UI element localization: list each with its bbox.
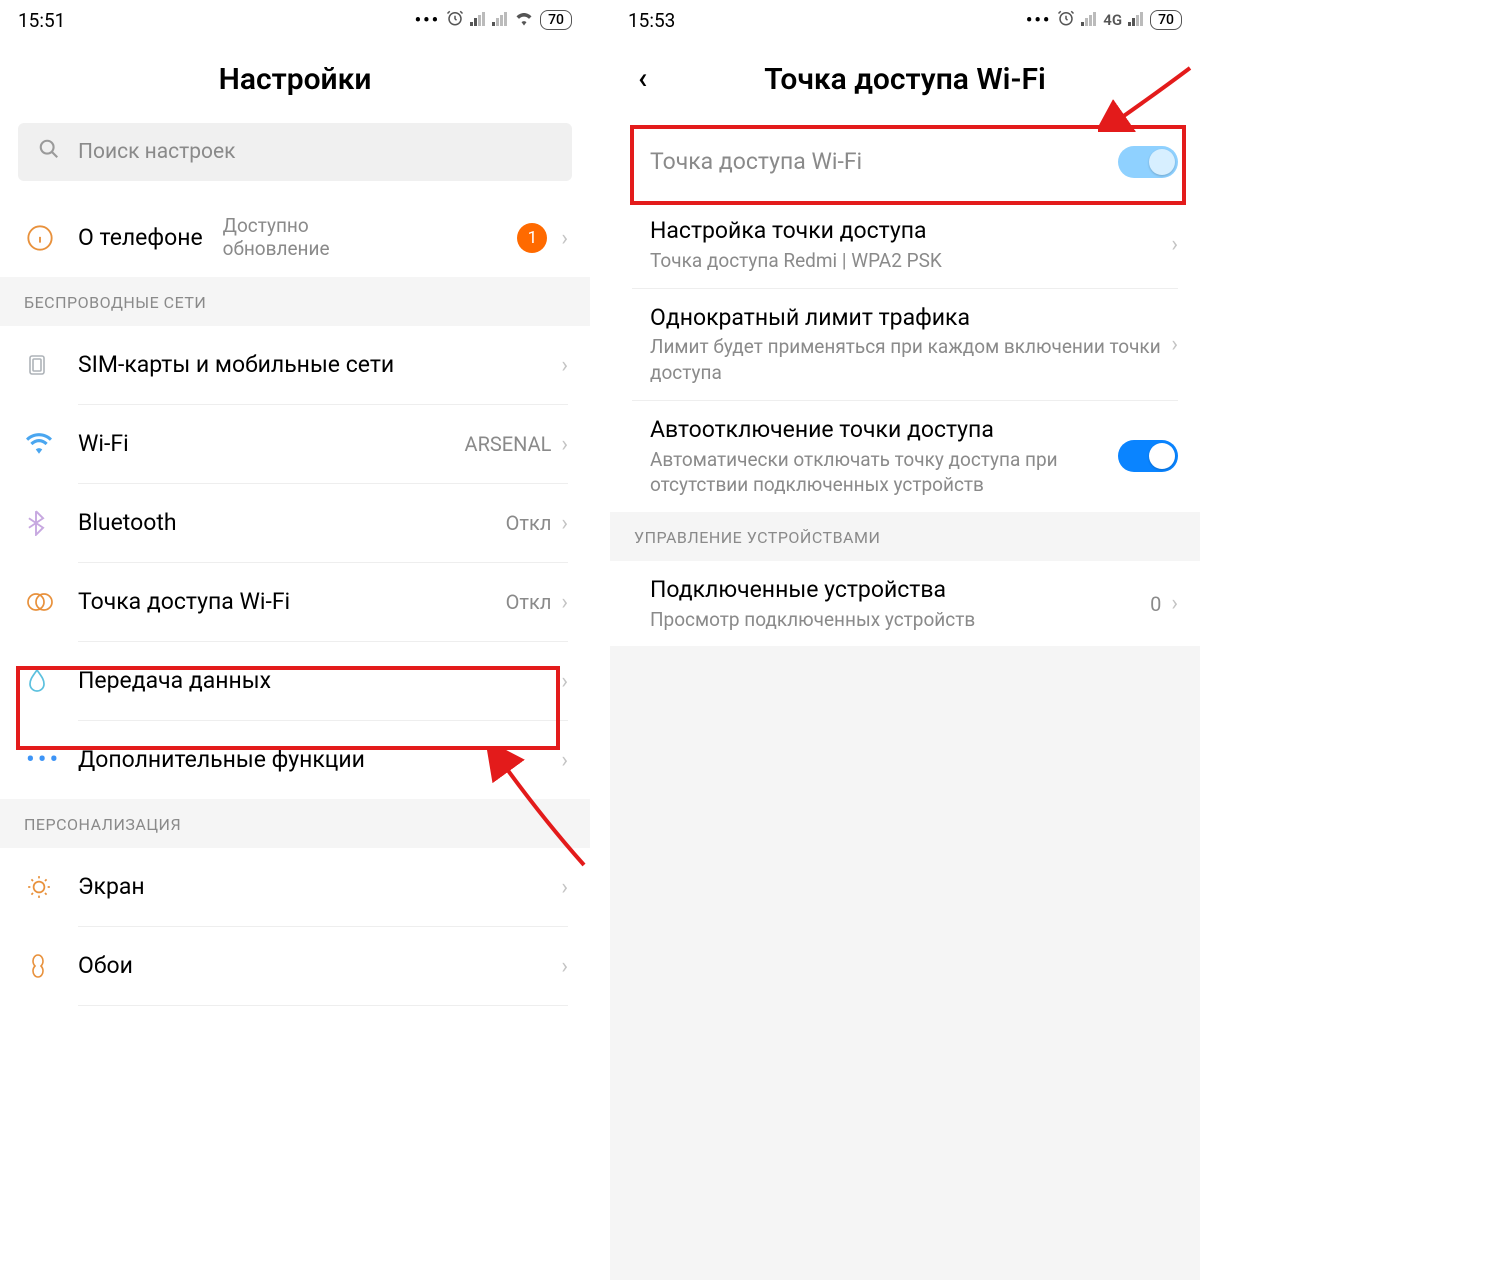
chevron-right-icon: › (561, 875, 568, 900)
chevron-right-icon: › (1171, 232, 1178, 257)
sim-row[interactable]: SIM-карты и мобильные сети › (0, 326, 590, 404)
bluetooth-value: Откл (506, 511, 552, 535)
wifi-value: ARSENAL (465, 432, 552, 456)
limit-title: Однократный лимит трафика (650, 303, 1171, 333)
settings-screen: 15:51 ••• 70 Настройки Поиск настроек (0, 0, 590, 1280)
search-icon (38, 138, 60, 166)
hotspot-row[interactable]: Точка доступа Wi-Fi Откл › (0, 563, 590, 641)
update-badge: 1 (517, 223, 547, 253)
wifi-icon (514, 10, 534, 31)
hotspot-setup-row[interactable]: Настройка точки доступа Точка доступа Re… (610, 202, 1200, 288)
sim-label: SIM-карты и мобильные сети (78, 350, 561, 380)
bluetooth-icon (26, 510, 78, 536)
wifi-label: Wi-Fi (78, 429, 465, 459)
limit-sub: Лимит будет применяться при каждом включ… (650, 334, 1171, 385)
bluetooth-label: Bluetooth (78, 508, 506, 538)
page-title: ‹ Точка доступа Wi-Fi (610, 40, 1200, 123)
sim-icon (26, 353, 78, 377)
about-phone-row[interactable]: О телефоне Доступно обновление 1 › (0, 199, 590, 277)
search-placeholder: Поиск настроек (78, 140, 236, 164)
chevron-right-icon: › (561, 432, 568, 457)
water-drop-icon (26, 668, 78, 694)
dots-icon: ••• (26, 745, 78, 775)
status-bar: 15:51 ••• 70 (0, 0, 590, 40)
about-sub1: Доступно (223, 215, 330, 238)
devices-sub: Просмотр подключенных устройств (650, 607, 1150, 633)
page-title: Настройки (0, 40, 590, 123)
chevron-right-icon: › (561, 954, 568, 979)
hotspot-toggle-label: Точка доступа Wi-Fi (650, 147, 1118, 177)
hotspot-value: Откл (506, 590, 552, 614)
connected-devices-row[interactable]: Подключенные устройства Просмотр подключ… (610, 561, 1200, 647)
setup-title: Настройка точки доступа (650, 216, 1171, 246)
chevron-right-icon: › (561, 590, 568, 615)
wallpaper-row[interactable]: Обои › (0, 927, 590, 1005)
wifi-row[interactable]: Wi-Fi ARSENAL › (0, 405, 590, 483)
status-right: ••• 70 (415, 9, 572, 32)
about-label: О телефоне (78, 223, 203, 253)
more-icon: ••• (1026, 10, 1051, 31)
hotspot-screen: 15:53 ••• 4G 70 ‹ Точка доступа Wi-Fi То… (610, 0, 1200, 1280)
chevron-right-icon: › (561, 353, 568, 378)
devices-title: Подключенные устройства (650, 575, 1150, 605)
chevron-right-icon: › (561, 511, 568, 536)
hotspot-toggle[interactable] (1118, 146, 1178, 178)
chevron-right-icon: › (561, 669, 568, 694)
display-row[interactable]: Экран › (0, 848, 590, 926)
auto-off-row[interactable]: Автоотключение точки доступа Автоматичес… (610, 401, 1200, 512)
signal-icon-2 (492, 10, 508, 31)
devices-count: 0 (1150, 592, 1161, 616)
section-personalization: ПЕРСОНАЛИЗАЦИЯ (0, 799, 590, 848)
section-devices: УПРАВЛЕНИЕ УСТРОЙСТВАМИ (610, 512, 1200, 561)
wifi-icon (26, 433, 78, 455)
traffic-limit-row[interactable]: Однократный лимит трафика Лимит будет пр… (610, 289, 1200, 400)
more-icon: ••• (415, 10, 440, 31)
signal-icon-2 (1128, 10, 1144, 31)
alarm-icon (1057, 9, 1075, 32)
chevron-right-icon: › (1171, 332, 1178, 357)
wallpaper-label: Обои (78, 951, 561, 981)
signal-icon (470, 10, 486, 31)
battery-indicator: 70 (540, 10, 572, 30)
data-label: Передача данных (78, 666, 561, 696)
signal-icon (1081, 10, 1097, 31)
setup-sub: Точка доступа Redmi | WPA2 PSK (650, 248, 1171, 274)
search-input[interactable]: Поиск настроек (18, 123, 572, 181)
hotspot-icon (26, 591, 78, 613)
display-label: Экран (78, 872, 561, 902)
chevron-right-icon: › (561, 748, 568, 773)
status-bar: 15:53 ••• 4G 70 (610, 0, 1200, 40)
auto-off-toggle[interactable] (1118, 440, 1178, 472)
status-time: 15:51 (18, 9, 65, 32)
chevron-right-icon: › (561, 226, 568, 251)
chevron-right-icon: › (1171, 591, 1178, 616)
bluetooth-row[interactable]: Bluetooth Откл › (0, 484, 590, 562)
status-time: 15:53 (628, 9, 675, 32)
back-button[interactable]: ‹ (638, 61, 647, 96)
network-4g: 4G (1103, 11, 1122, 29)
sun-icon (26, 874, 78, 900)
battery-indicator: 70 (1150, 10, 1182, 30)
auto-off-title: Автоотключение точки доступа (650, 415, 1118, 445)
hotspot-toggle-row[interactable]: Точка доступа Wi-Fi (610, 123, 1200, 201)
more-functions-row[interactable]: ••• Дополнительные функции › (0, 721, 590, 799)
alarm-icon (446, 9, 464, 32)
data-usage-row[interactable]: Передача данных › (0, 642, 590, 720)
auto-off-sub: Автоматически отключать точку доступа пр… (650, 447, 1118, 498)
flower-icon (26, 953, 78, 979)
about-sub2: обновление (223, 238, 330, 261)
status-right: ••• 4G 70 (1026, 9, 1182, 32)
more-label: Дополнительные функции (78, 745, 561, 775)
hotspot-label: Точка доступа Wi-Fi (78, 587, 506, 617)
section-wireless: БЕСПРОВОДНЫЕ СЕТИ (0, 277, 590, 326)
info-icon (26, 224, 78, 252)
